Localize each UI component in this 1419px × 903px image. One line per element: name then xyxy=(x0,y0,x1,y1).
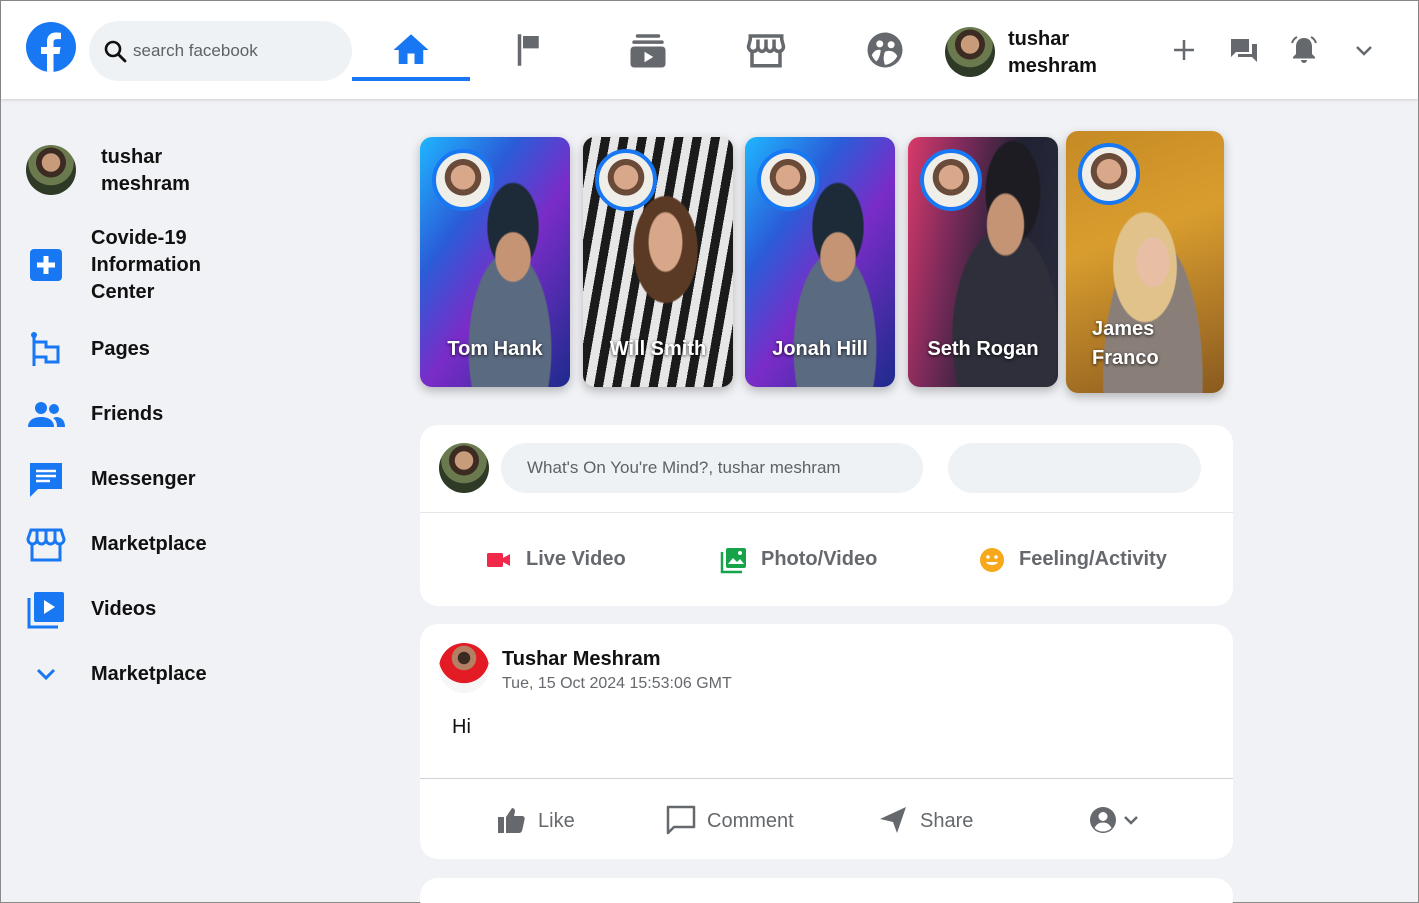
story-card[interactable]: Seth Rogan xyxy=(908,137,1058,387)
sidebar-item-marketplace[interactable]: Marketplace xyxy=(26,525,326,565)
sidebar-item-label: Friends xyxy=(91,403,164,425)
tab-watch[interactable] xyxy=(589,21,707,81)
story-card[interactable]: Jonah Hill xyxy=(745,137,895,387)
tab-pages[interactable] xyxy=(471,21,589,81)
comment-icon xyxy=(666,805,696,835)
messenger-icon[interactable] xyxy=(1228,34,1260,66)
avatar xyxy=(439,443,489,493)
story-avatar xyxy=(1078,143,1140,205)
story-name: Jonah Hill xyxy=(772,338,868,360)
post-input[interactable] xyxy=(501,443,923,493)
thumbs-up-icon xyxy=(498,808,525,833)
share-icon xyxy=(880,807,906,833)
story-name: Tom Hank xyxy=(447,338,543,360)
profile-name: tushar meshram xyxy=(101,146,190,195)
feeling-icon xyxy=(980,548,1004,572)
flag-icon xyxy=(517,34,539,66)
tab-home[interactable] xyxy=(352,21,470,81)
avatar xyxy=(26,145,76,195)
share-button[interactable]: Share xyxy=(878,804,988,840)
live-video-icon xyxy=(487,553,510,567)
story-card[interactable]: Will Smith xyxy=(583,137,733,387)
photo-icon xyxy=(720,548,746,574)
story-avatar xyxy=(920,149,982,211)
like-button[interactable]: Like xyxy=(496,804,606,840)
action-label: Like xyxy=(538,810,575,832)
sidebar-item-label: Pages xyxy=(91,338,150,360)
post-body: Hi xyxy=(452,716,471,738)
sidebar-item-label: Messenger xyxy=(91,468,196,490)
comment-button[interactable]: Comment xyxy=(665,804,815,840)
store-icon xyxy=(26,528,66,562)
story-avatar xyxy=(432,149,494,211)
story-card[interactable]: James Franco xyxy=(1066,131,1224,393)
tab-groups[interactable] xyxy=(826,21,944,81)
sidebar-profile[interactable]: tushar meshram xyxy=(26,143,326,199)
sidebar-item-messenger[interactable]: Messenger xyxy=(26,460,326,500)
plus-icon[interactable] xyxy=(1168,34,1200,66)
tab-marketplace[interactable] xyxy=(707,21,825,81)
groups-icon xyxy=(867,32,903,68)
story-card[interactable]: Tom Hank xyxy=(420,137,570,387)
chevron-down-icon[interactable] xyxy=(1348,34,1380,66)
sidebar-item-friends[interactable]: Friends xyxy=(26,395,326,435)
create-post-card: Live Video Photo/Video Feeling/Activity xyxy=(420,425,1233,606)
search-bar[interactable] xyxy=(89,21,352,81)
action-label: Live Video xyxy=(526,548,626,570)
profile-name: tushar meshram xyxy=(1008,28,1097,77)
top-navbar: tushar meshram xyxy=(1,1,1418,99)
story-name: Seth Rogan xyxy=(927,338,1039,360)
header-profile[interactable]: tushar meshram xyxy=(945,25,1125,79)
photo-video-button[interactable]: Photo/Video xyxy=(719,543,939,579)
sidebar-item-label: Covide-19 Information Center xyxy=(91,227,201,303)
action-label: Photo/Video xyxy=(761,548,878,570)
story-name: Will Smith xyxy=(609,338,707,360)
sidebar-item-videos[interactable]: Videos xyxy=(26,590,326,630)
feeling-activity-button[interactable]: Feeling/Activity xyxy=(977,543,1217,579)
video-library-icon xyxy=(27,592,64,629)
home-icon xyxy=(393,34,429,64)
audience-selector[interactable] xyxy=(1087,804,1147,840)
sidebar-item-more[interactable]: Marketplace xyxy=(26,655,326,695)
message-icon xyxy=(30,463,62,497)
search-input[interactable] xyxy=(133,39,333,63)
story-avatar xyxy=(757,149,819,211)
avatar[interactable] xyxy=(439,643,489,693)
divider xyxy=(420,512,1233,513)
post-author[interactable]: Tushar Meshram xyxy=(502,648,661,671)
notifications-icon[interactable] xyxy=(1288,34,1320,66)
covid-plus-icon xyxy=(30,249,62,281)
chevron-down-icon xyxy=(36,668,56,681)
action-label: Comment xyxy=(707,810,794,832)
avatar xyxy=(945,27,995,77)
post-input-secondary[interactable] xyxy=(948,443,1201,493)
store-icon xyxy=(746,34,786,68)
sidebar-item-label: Videos xyxy=(91,598,157,620)
sidebar-item-label: Marketplace xyxy=(91,663,207,685)
story-avatar xyxy=(595,149,657,211)
story-name: James Franco xyxy=(1092,318,1159,369)
sidebar-item-label: Marketplace xyxy=(91,533,207,555)
facebook-logo-icon[interactable] xyxy=(26,22,76,72)
post-timestamp: Tue, 15 Oct 2024 15:53:06 GMT xyxy=(502,675,732,692)
post-card: Tushar Meshram Tue, 15 Oct 2024 15:53:06… xyxy=(420,624,1233,859)
live-video-button[interactable]: Live Video xyxy=(484,543,694,579)
sidebar-item-covid[interactable]: Covide-19 Information Center xyxy=(26,225,326,306)
left-sidebar: tushar meshram Covide-19 Information Cen… xyxy=(1,99,401,903)
action-label: Feeling/Activity xyxy=(1019,548,1167,570)
flag-icon xyxy=(31,332,60,366)
chevron-down-icon xyxy=(1124,816,1138,825)
friends-icon xyxy=(28,402,65,427)
account-circle-icon xyxy=(1090,807,1116,833)
divider xyxy=(420,778,1233,779)
watch-icon xyxy=(630,34,666,68)
post-card xyxy=(420,878,1233,903)
action-label: Share xyxy=(920,810,974,832)
sidebar-item-pages[interactable]: Pages xyxy=(26,330,326,370)
search-icon xyxy=(104,40,127,63)
